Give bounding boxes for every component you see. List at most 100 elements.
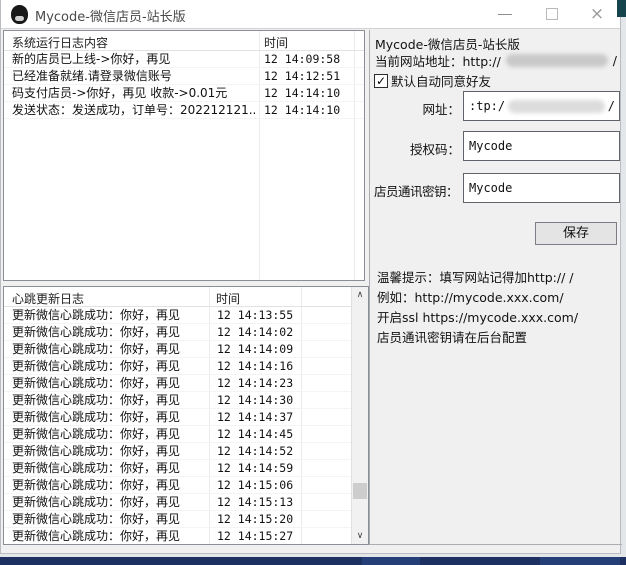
log-time: 12 14:14:37 [217,409,293,426]
log-message: 已经准备就绪.请登录微信账号 [12,68,257,85]
log-row[interactable]: 更新微信心跳成功：你好，再见 12 14:14:52 [4,443,351,460]
column-header-content[interactable]: 系统运行日志内容 [12,34,108,51]
minimize-button[interactable] [487,0,523,28]
log-row[interactable]: 更新微信心跳成功：你好，再见 12 14:13:55 [4,307,351,324]
titlebar: Mycode-微信店员-站长版 × [1,0,620,29]
log-row[interactable]: 更新微信心跳成功：你好，再见 12 14:14:59 [4,460,351,477]
log-row[interactable]: 已经准备就绪.请登录微信账号 12 14:12:51 [4,68,364,85]
log-row[interactable]: 码支付店员->你好，再见 收款->0.01元 12 14:14:10 [4,85,364,102]
log-row[interactable]: 更新微信心跳成功：你好，再见 12 14:14:02 [4,324,351,341]
redacted-url-blur [506,54,608,67]
log-message: 更新微信心跳成功：你好，再见 [12,477,207,494]
minimize-icon [498,14,512,15]
log-message: 更新微信心跳成功：你好，再见 [12,443,207,460]
log-message: 更新微信心跳成功：你好，再见 [12,341,207,358]
scroll-up-icon[interactable]: ∧ [352,287,368,303]
log-time: 12 14:14:16 [217,358,293,375]
scroll-down-icon[interactable]: ∨ [352,528,368,544]
log-message: 更新微信心跳成功：你好，再见 [12,511,207,528]
window-title: Mycode-微信店员-站长版 [35,6,186,25]
log-time: 12 14:12:51 [264,68,340,85]
log-time: 12 14:15:27 [217,528,293,544]
log-time: 12 14:14:52 [217,443,293,460]
taskbar-button-fragment [362,557,420,565]
log-time: 12 14:15:06 [217,477,293,494]
log-row[interactable]: 更新微信心跳成功：你好，再见 12 14:15:13 [4,494,351,511]
log-message: 更新微信心跳成功：你好，再见 [12,528,207,544]
url-field-row: 网址： :tp:/ / [370,91,623,121]
heartbeat-log-header: 心跳更新日志 时间 [4,287,368,307]
log-message: 发送状态：发送成功，订单号：202212121... [12,102,257,119]
auth-code-input[interactable] [463,131,620,161]
comm-key-input[interactable] [463,173,620,203]
log-time: 12 14:15:13 [217,494,293,511]
vertical-scrollbar[interactable]: ∧ ∨ [351,287,368,544]
log-time: 12 14:15:20 [217,511,293,528]
log-time: 12 14:14:59 [217,460,293,477]
log-time: 12 14:09:58 [264,51,340,68]
heartbeat-log-rows: 更新微信心跳成功：你好，再见 12 14:13:55 更新微信心跳成功：你好，再… [4,307,351,544]
tip-line: 例如：http://mycode.xxx.com/ [377,288,620,308]
log-message: 更新微信心跳成功：你好，再见 [12,324,207,341]
log-message: 更新微信心跳成功：你好，再见 [12,494,207,511]
url-value-prefix: :tp:/ [469,92,505,120]
background-window-fragment [617,0,626,17]
system-log-header: 系统运行日志内容 时间 [4,31,364,51]
auth-code-field-row: 授权码： [370,131,623,161]
log-row[interactable]: 更新微信心跳成功：你好，再见 12 14:14:09 [4,341,351,358]
auto-accept-label: 默认自动同意好友 [391,71,491,90]
log-row[interactable]: 新的店员已上线->你好，再见 12 14:09:58 [4,51,364,68]
log-row[interactable]: 更新微信心跳成功：你好，再见 12 14:14:45 [4,426,351,443]
log-row[interactable]: 更新微信心跳成功：你好，再见 12 14:14:37 [4,409,351,426]
url-input[interactable]: :tp:/ / [463,91,620,121]
log-row[interactable]: 发送状态：发送成功，订单号：202212121... 12 14:14:10 [4,102,364,119]
log-row[interactable]: 更新微信心跳成功：你好，再见 12 14:15:27 [4,528,351,544]
log-message: 更新微信心跳成功：你好，再见 [12,358,207,375]
log-message: 更新微信心跳成功：你好，再见 [12,426,207,443]
log-time: 12 14:14:23 [217,375,293,392]
log-time: 12 14:14:45 [217,426,293,443]
url-field-label: 网址： [370,99,460,118]
column-header-content[interactable]: 心跳更新日志 [12,290,84,307]
log-row[interactable]: 更新微信心跳成功：你好，再见 12 14:15:20 [4,511,351,528]
log-row[interactable]: 更新微信心跳成功：你好，再见 12 14:15:06 [4,477,351,494]
maximize-icon [546,8,558,20]
log-time: 12 14:14:30 [217,392,293,409]
auto-accept-checkbox[interactable]: ✓ [374,74,388,88]
log-message: 码支付店员->你好，再见 收款->0.01元 [12,85,257,102]
save-button[interactable]: 保存 [535,222,617,245]
log-message: 新的店员已上线->你好，再见 [12,51,257,68]
log-time: 12 14:14:10 [264,85,340,102]
log-message: 更新微信心跳成功：你好，再见 [12,392,207,409]
column-header-time[interactable]: 时间 [264,34,288,51]
app-window: Mycode-微信店员-站长版 × 系统运行日志内容 时间 新的店员已上线->你… [0,0,621,554]
settings-panel: Mycode-微信店员-站长版 当前网站地址：http:// / ✓ 默认自动同… [369,30,622,545]
log-message: 更新微信心跳成功：你好，再见 [12,307,207,324]
log-row[interactable]: 更新微信心跳成功：你好，再见 12 14:14:23 [4,375,351,392]
close-button[interactable]: × [579,0,615,28]
tip-line: 开启ssl https://mycode.xxx.com/ [377,308,620,328]
log-message: 更新微信心跳成功：你好，再见 [12,375,207,392]
log-time: 12 14:14:09 [217,341,293,358]
system-log-rows: 新的店员已上线->你好，再见 12 14:09:58 已经准备就绪.请登录微信账… [4,51,364,280]
log-message: 更新微信心跳成功：你好，再见 [12,409,207,426]
heartbeat-log-panel: 心跳更新日志 时间 更新微信心跳成功：你好，再见 12 14:13:55 更新微… [3,286,369,545]
comm-key-field-row: 店员通讯密钥： [370,173,623,203]
column-header-time[interactable]: 时间 [216,290,240,307]
taskbar-button-fragment [540,557,620,565]
comm-key-label: 店员通讯密钥： [368,181,458,200]
log-time: 12 14:13:55 [217,307,293,324]
log-row[interactable]: 更新微信心跳成功：你好，再见 12 14:14:16 [4,358,351,375]
app-logo-icon [11,5,28,24]
tip-line: 温馨提示：填写网站记得加http:// / [377,268,620,288]
log-row[interactable]: 更新微信心跳成功：你好，再见 12 14:14:30 [4,392,351,409]
maximize-button[interactable] [534,0,570,28]
auth-code-label: 授权码： [370,139,460,158]
scrollbar-thumb[interactable] [353,483,367,499]
tips-block: 温馨提示：填写网站记得加http:// / 例如：http://mycode.x… [377,268,620,348]
close-icon: × [579,0,615,28]
redacted-url-blur [508,100,605,113]
log-time: 12 14:14:10 [264,102,340,119]
tip-line: 店员通讯密钥请在后台配置 [377,328,620,348]
current-site-line: 当前网站地址：http:// / [375,51,617,70]
